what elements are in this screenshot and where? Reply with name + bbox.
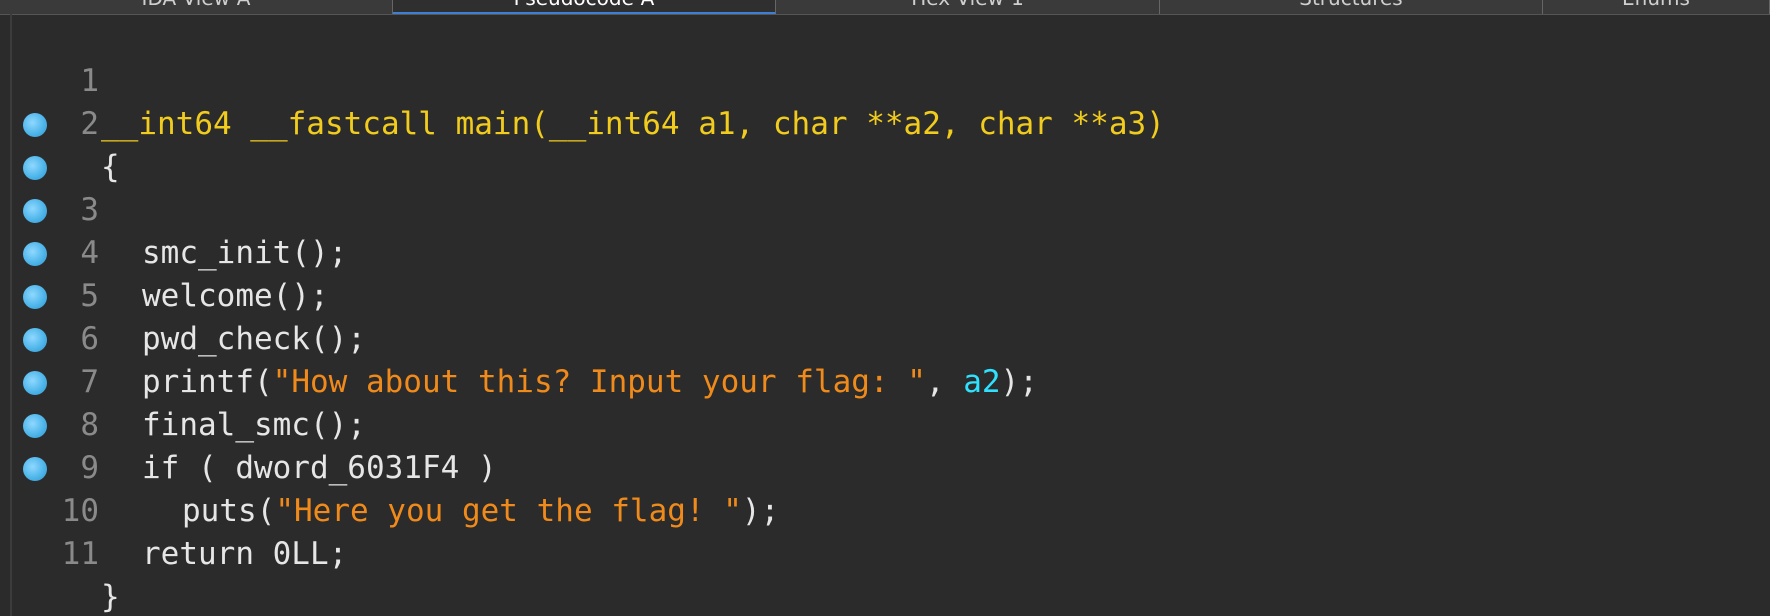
code-line-4[interactable]: 4 welcome(); (0, 146, 1770, 314)
code-token: ); (741, 493, 780, 529)
pseudocode-view[interactable]: 1 __int64 __fastcall main(__int64 a1, ch… (0, 17, 1770, 615)
tab-ida-view-a[interactable]: IDA View-A (0, 0, 393, 14)
breakpoint-dot-icon[interactable] (23, 414, 47, 438)
breakpoint-dot-icon[interactable] (23, 457, 47, 481)
string-literal: "Here you get the flag! " (275, 493, 742, 529)
code-line-10[interactable]: 10 return 0LL; (0, 404, 1770, 572)
code-line-6[interactable]: 6 printf("How about this? Input your fla… (0, 232, 1770, 400)
breakpoint-dot-icon[interactable] (23, 156, 47, 180)
return-statement[interactable]: return 0LL; (142, 533, 347, 576)
breakpoint-dot-icon[interactable] (23, 371, 47, 395)
line-number: 11 (61, 536, 99, 572)
code-line-8[interactable]: 8 if ( dword_6031F4 ) (0, 318, 1770, 486)
code-line-3[interactable]: 3 smc_init(); (0, 103, 1770, 271)
code-line-1[interactable]: 1 __int64 __fastcall main(__int64 a1, ch… (0, 17, 1770, 142)
tab-pseudocode-a[interactable]: Pseudocode-A (393, 0, 776, 14)
close-brace: } (101, 579, 120, 615)
code-line-7[interactable]: 7 final_smc(); (0, 275, 1770, 443)
call-puts[interactable]: puts("Here you get the flag! "); (182, 490, 779, 533)
breakpoint-dot-icon[interactable] (23, 113, 47, 137)
breakpoint-dot-icon[interactable] (23, 328, 47, 352)
breakpoint-dot-icon[interactable] (23, 199, 47, 223)
tab-hex-view-1[interactable]: Hex View-1 (776, 0, 1160, 14)
code-token: puts( (182, 493, 276, 529)
code-line-2[interactable]: 2 { (0, 60, 1770, 185)
breakpoint-dot-icon[interactable] (23, 285, 47, 309)
tab-bar: IDA View-A Pseudocode-A Hex View-1 Struc… (0, 0, 1770, 15)
code-line-5[interactable]: 5 pwd_check(); (0, 189, 1770, 357)
tab-structures[interactable]: Structures (1160, 0, 1543, 14)
tab-enums[interactable]: Enums (1543, 0, 1770, 14)
code-line-9[interactable]: 9 puts("Here you get the flag! "); (0, 361, 1770, 529)
ida-pseudocode-window: IDA View-A Pseudocode-A Hex View-1 Struc… (0, 0, 1770, 616)
code-line-11[interactable]: 11 } (0, 447, 1770, 615)
breakpoint-dot-icon[interactable] (23, 242, 47, 266)
